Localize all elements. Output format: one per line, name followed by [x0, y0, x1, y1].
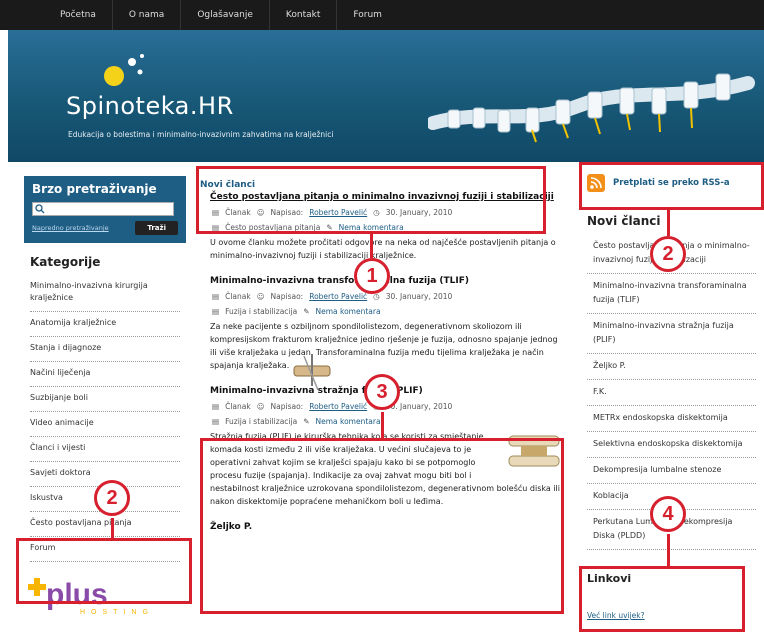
annotation-badge-1: 1 — [354, 258, 390, 294]
annotation-box-4 — [579, 566, 745, 632]
article-icon: ▤ — [212, 402, 220, 411]
annotation-badge-3: 3 — [364, 374, 400, 410]
new-articles-title: Novi članci — [587, 214, 661, 228]
spine-illustration — [428, 73, 755, 143]
article-category[interactable]: Fuzija i stabilizacija — [225, 307, 297, 316]
new-article-item[interactable]: Dekompresija lumbalne stenoze — [587, 458, 756, 484]
nav-item-about[interactable]: O nama — [113, 0, 182, 30]
comment-icon: ✎ — [303, 417, 310, 426]
annotation-badge-4: 4 — [650, 496, 686, 532]
nav-item-home[interactable]: Početna — [44, 0, 113, 30]
category-item[interactable]: Anatomija kralježnice — [30, 312, 180, 337]
annotation-box-1 — [196, 166, 546, 234]
category-item[interactable]: Video animacije — [30, 412, 180, 437]
annotation-badge-2-left: 2 — [94, 480, 130, 516]
annotation-box-2-left — [16, 538, 192, 604]
category-item[interactable]: Često postavljana pitanja — [30, 512, 180, 537]
new-article-item[interactable]: Minimalno-invazivna transforaminalna fuz… — [587, 274, 756, 314]
comments-link[interactable]: Nema komentara — [315, 417, 380, 426]
nav-item-advertising[interactable]: Oglašavanje — [181, 0, 270, 30]
new-article-item[interactable]: Minimalno-invazivna stražnja fuzija (PLI… — [587, 314, 756, 354]
article-post: Minimalno-invazivna transforaminalna fuz… — [196, 276, 571, 391]
category-item[interactable]: Stanja i dijagnoze — [30, 337, 180, 362]
article-type: Članak — [225, 402, 251, 411]
annotation-box-3 — [200, 438, 564, 614]
article-title[interactable]: Minimalno-invazivna transforaminalna fuz… — [210, 276, 571, 286]
advanced-search-link[interactable]: Napredno pretraživanje — [32, 224, 109, 232]
article-meta-secondary: ▤ Fuzija i stabilizacija ✎ Nema komentar… — [212, 307, 571, 316]
article-excerpt: U ovome članku možete pročitati odgovore… — [210, 238, 556, 260]
article-type: Članak — [225, 292, 251, 301]
new-article-item[interactable]: METRx endoskopska diskektomija — [587, 406, 756, 432]
site-header: Spinoteka.HR Edukacija o bolestima i min… — [8, 30, 764, 162]
annotation-badge-2-right: 2 — [650, 236, 686, 272]
new-article-item[interactable]: F.K. — [587, 380, 756, 406]
quick-search-title: Brzo pretraživanje — [32, 182, 157, 196]
author-link[interactable]: Roberto Pavelić — [309, 402, 367, 411]
folder-icon: ▤ — [212, 307, 220, 316]
author-prefix: Napisao: — [270, 402, 304, 411]
nav-item-forum[interactable]: Forum — [337, 0, 398, 30]
annotation-connector — [667, 210, 670, 236]
categories-list: Minimalno-invazivna kirurgija kralježnic… — [24, 275, 186, 562]
nav-item-contact[interactable]: Kontakt — [270, 0, 338, 30]
author-link[interactable]: Roberto Pavelić — [309, 292, 367, 301]
author-icon: ☺ — [256, 292, 265, 301]
annotation-connector — [111, 518, 114, 538]
category-item[interactable]: Minimalno-invazivna kirurgija kralježnic… — [30, 275, 180, 312]
comment-icon: ✎ — [303, 307, 310, 316]
new-article-item[interactable]: Selektivna endoskopska diskektomija — [587, 432, 756, 458]
sponsor-subtitle: HOSTING — [80, 609, 154, 616]
search-button[interactable]: Traži — [135, 221, 178, 235]
category-item[interactable]: Članci i vijesti — [30, 437, 180, 462]
logo-dots-icon — [104, 54, 144, 86]
annotation-connector — [667, 534, 670, 566]
category-item[interactable]: Suzbijanje boli — [30, 387, 180, 412]
site-title[interactable]: Spinoteka.HR — [66, 92, 234, 120]
article-meta-secondary: ▤ Fuzija i stabilizacija ✎ Nema komentar… — [212, 417, 571, 426]
top-navigation: Početna O nama Oglašavanje Kontakt Forum — [0, 0, 764, 30]
annotation-connector — [381, 412, 384, 438]
article-meta: ▤ Članak ☺ Napisao: Roberto Pavelić ◷ 30… — [212, 292, 571, 301]
article-date: 30. January, 2010 — [385, 292, 453, 301]
quick-search-box: Brzo pretraživanje Napredno pretraživanj… — [24, 176, 186, 243]
annotation-connector — [370, 234, 373, 258]
category-item[interactable]: Načini liječenja — [30, 362, 180, 387]
search-icon — [35, 204, 45, 214]
categories-title: Kategorije — [30, 255, 101, 269]
search-input[interactable] — [32, 202, 174, 216]
article-category[interactable]: Fuzija i stabilizacija — [225, 417, 297, 426]
comments-link[interactable]: Nema komentara — [315, 307, 380, 316]
folder-icon: ▤ — [212, 417, 220, 426]
author-icon: ☺ — [256, 402, 265, 411]
author-prefix: Napisao: — [270, 292, 304, 301]
article-icon: ▤ — [212, 292, 220, 301]
new-article-item[interactable]: Željko P. — [587, 354, 756, 380]
annotation-box-2-right — [579, 162, 764, 210]
site-tagline: Edukacija o bolestima i minimalno-invazi… — [68, 130, 334, 139]
